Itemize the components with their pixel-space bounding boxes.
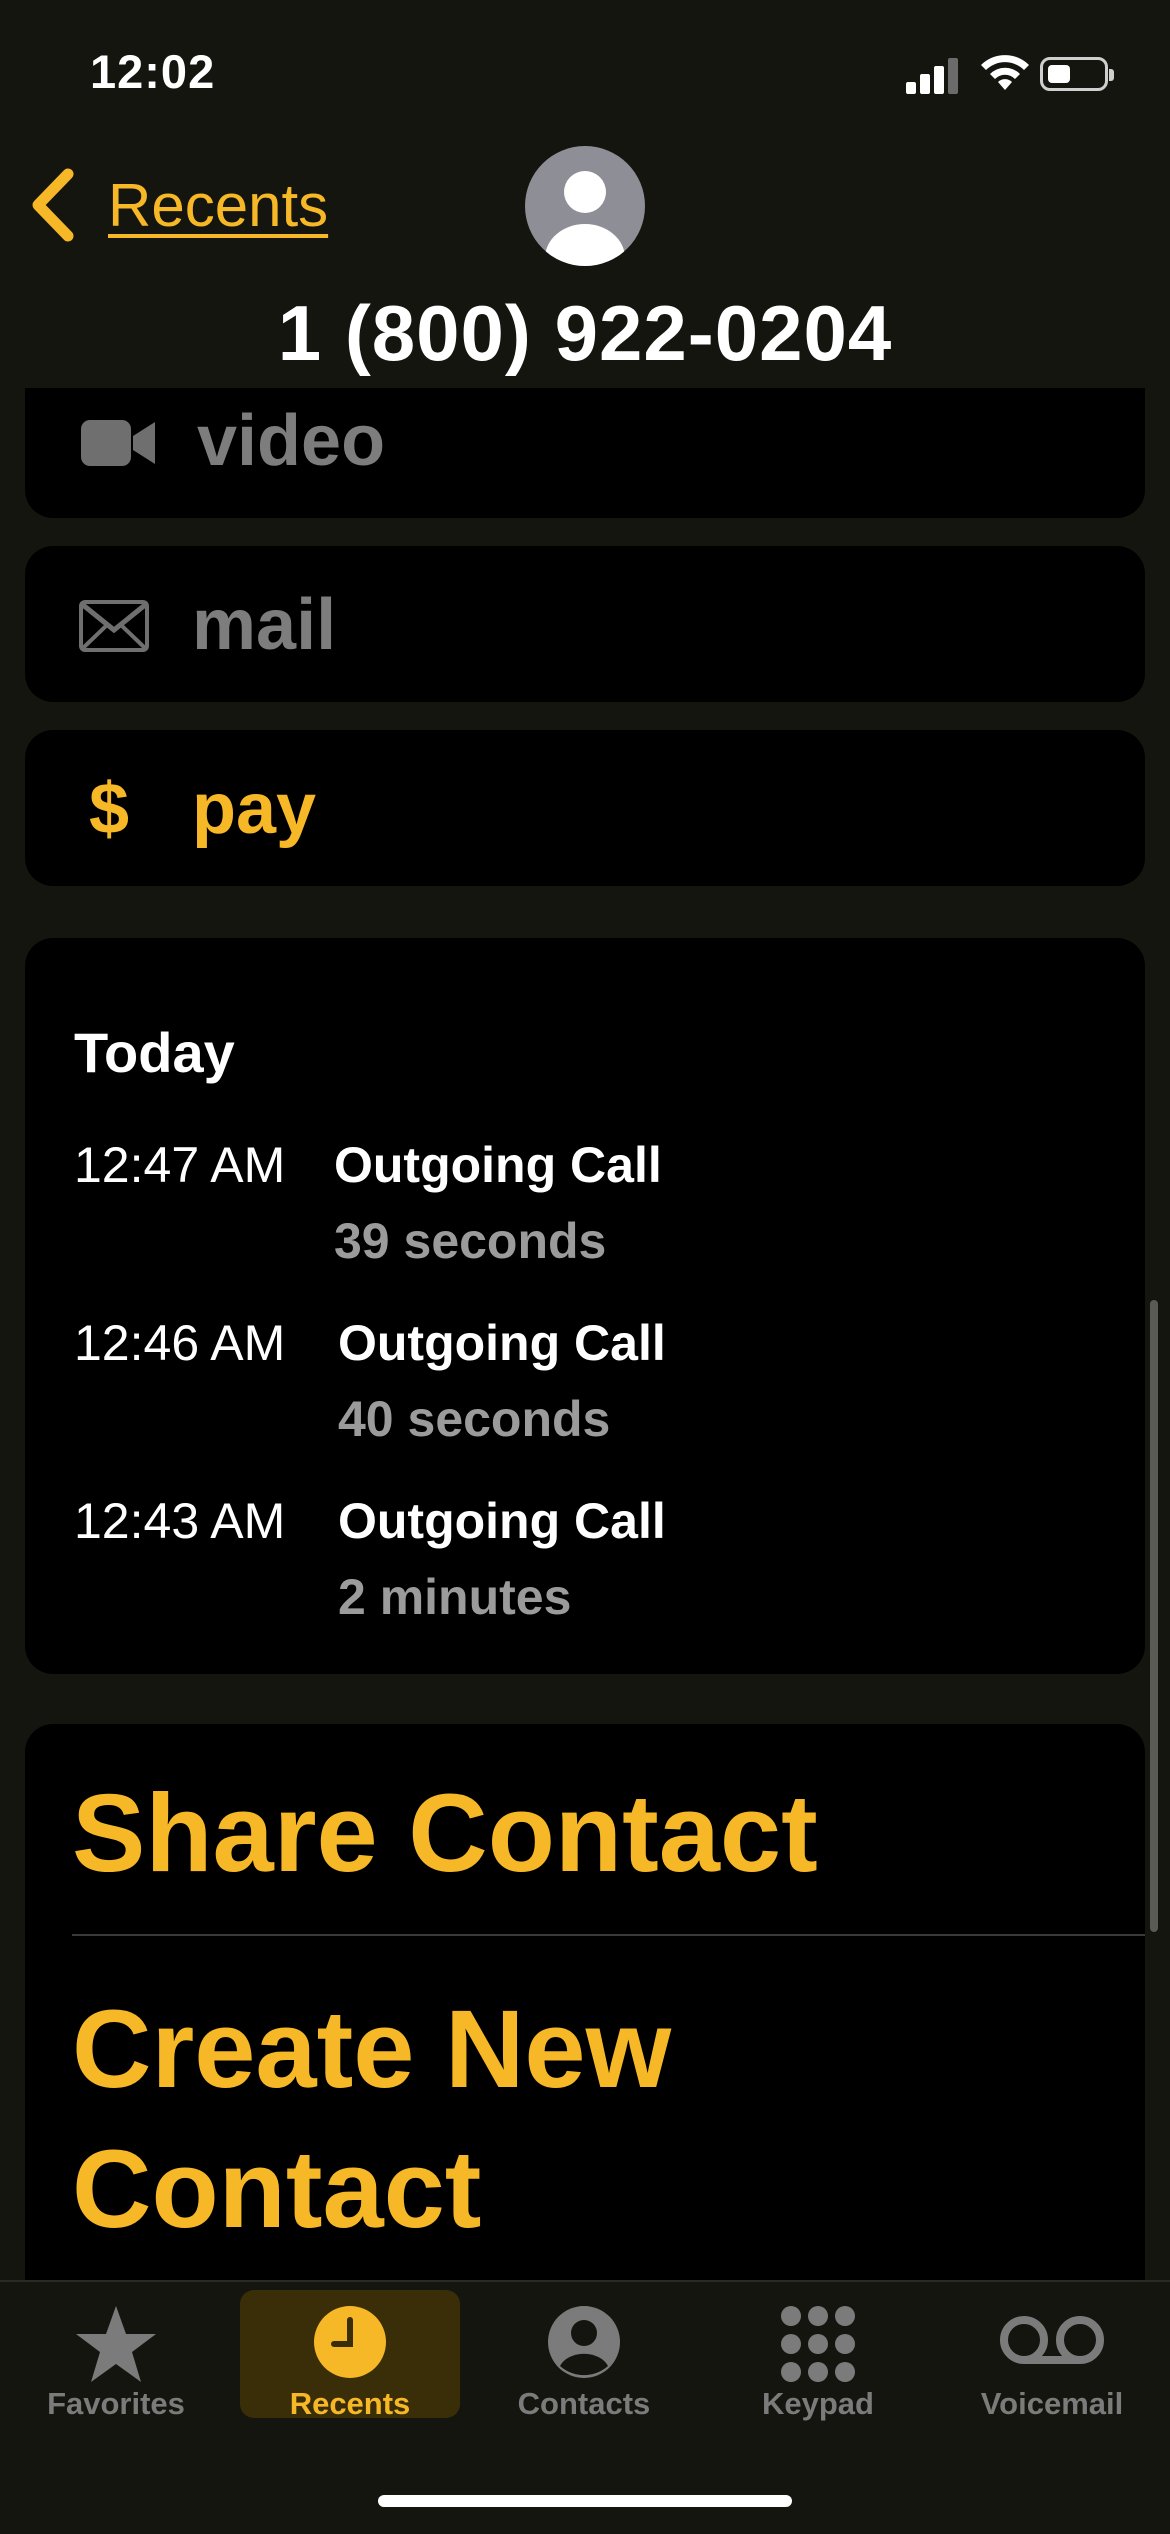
call-time: 12:47 AM [74, 1137, 286, 1193]
clock-icon [314, 2306, 386, 2378]
call-type: Outgoing Call [334, 1137, 662, 1193]
status-time: 12:02 [90, 45, 216, 98]
dollar-icon: $ [89, 769, 130, 849]
call-history-heading: Today [74, 1021, 235, 1084]
tab-label: Voicemail [980, 2386, 1124, 2421]
scrollbar[interactable] [1150, 1300, 1158, 1932]
phone-number-title: 1 (800) 922-0204 [277, 289, 893, 377]
cellular-signal-icon [906, 56, 960, 94]
mail-action-row[interactable]: mail [25, 546, 1145, 702]
call-time: 12:43 AM [74, 1493, 286, 1549]
tab-voicemail[interactable]: Voicemail [942, 2290, 1162, 2421]
tab-contacts[interactable]: Contacts [474, 2290, 694, 2421]
tab-label: Contacts [517, 2386, 651, 2421]
tab-favorites[interactable]: Favorites [6, 2290, 226, 2421]
mail-label: mail [192, 585, 337, 665]
back-button[interactable]: Recents [24, 160, 328, 250]
call-type: Outgoing Call [338, 1315, 666, 1371]
call-duration: 39 seconds [334, 1213, 607, 1269]
back-button-label: Recents [108, 171, 329, 239]
call-type: Outgoing Call [338, 1493, 666, 1549]
pay-label: pay [192, 769, 317, 849]
pay-action-row[interactable]: $ pay [25, 730, 1145, 886]
star-icon [76, 2306, 156, 2382]
share-contact-button[interactable]: Share Contact [72, 1770, 818, 1897]
avatar [525, 146, 645, 266]
video-icon [81, 420, 155, 466]
video-label: video [197, 401, 386, 481]
tab-label: Recents [289, 2386, 411, 2421]
video-action-row[interactable]: video [25, 388, 1145, 518]
home-indicator[interactable] [378, 2495, 792, 2507]
battery-icon [1040, 57, 1114, 91]
voicemail-icon [1000, 2316, 1104, 2364]
call-duration: 2 minutes [338, 1569, 572, 1625]
wifi-icon [981, 55, 1029, 90]
tab-keypad[interactable]: Keypad [708, 2290, 928, 2421]
mail-icon [79, 600, 149, 652]
keypad-icon [781, 2306, 855, 2382]
chevron-left-icon [32, 168, 74, 242]
create-new-contact-button[interactable]: Create New Contact [72, 1978, 671, 2262]
tab-label: Keypad [762, 2386, 874, 2421]
call-time: 12:46 AM [74, 1315, 286, 1371]
divider [72, 1934, 1145, 1936]
person-circle-icon [548, 2306, 620, 2378]
create-new-contact-line2: Contact [72, 2128, 482, 2251]
person-icon [545, 171, 625, 266]
create-new-contact-line1: Create New [72, 1988, 672, 2111]
tab-recents[interactable]: Recents [240, 2290, 460, 2421]
tab-label: Favorites [47, 2386, 185, 2421]
call-duration: 40 seconds [338, 1391, 611, 1447]
